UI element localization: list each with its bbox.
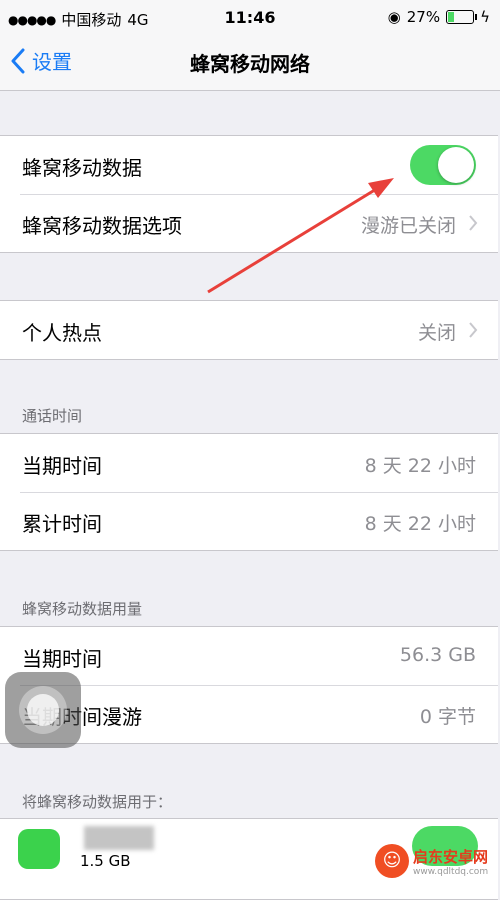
cellular-options-label: 蜂窝移动数据选项 (22, 214, 182, 238)
cellular-data-label: 蜂窝移动数据 (22, 156, 142, 180)
call-time-current-value: 8 天 22 小时 (364, 455, 476, 477)
call-time-header: 通话时间 (22, 407, 83, 425)
battery-fill (448, 12, 455, 22)
call-time-current-row: 当期时间 8 天 22 小时 (0, 434, 498, 492)
hotspot-value: 关闭 (417, 322, 456, 344)
app-usage: 1.5 GB (80, 852, 131, 870)
watermark: ☺ 启东安卓网 www.qdltdq.com (375, 844, 488, 878)
watermark-logo-icon: ☺ (375, 844, 409, 878)
call-time-current-label: 当期时间 (22, 454, 102, 478)
call-time-total-label: 累计时间 (22, 512, 102, 536)
hotspot-row[interactable]: 个人热点 关闭 (0, 301, 498, 359)
cellular-data-row: 蜂窝移动数据 (0, 136, 498, 194)
call-time-group: 当期时间 8 天 22 小时 累计时间 8 天 22 小时 (0, 433, 498, 551)
data-usage-header: 蜂窝移动数据用量 (22, 600, 143, 618)
page-title: 蜂窝移动网络 (190, 52, 310, 76)
status-bar: ●●●●● 中国移动 4G 11:46 ◉ 27% ϟ (0, 0, 500, 36)
cellular-data-toggle[interactable] (410, 145, 476, 185)
data-usage-current-value: 56.3 GB (399, 644, 476, 666)
rotation-lock-icon: ◉ (387, 8, 401, 26)
chevron-right-icon (469, 322, 478, 338)
call-time-total-value: 8 天 22 小时 (364, 513, 476, 535)
call-time-total-row: 累计时间 8 天 22 小时 (0, 492, 498, 550)
watermark-url: www.qdltdq.com (413, 866, 489, 877)
blurred-app-name (84, 826, 154, 850)
cellular-options-row[interactable]: 蜂窝移动数据选项 漫游已关闭 (0, 194, 498, 252)
status-right: ◉ 27% ϟ (388, 8, 490, 26)
toggle-knob (438, 147, 474, 183)
data-usage-current-label: 当期时间 (22, 647, 102, 671)
app-icon (18, 829, 60, 869)
assistive-core (27, 694, 59, 726)
data-usage-roaming-value: 0 字节 (419, 706, 476, 728)
battery-percent: 27% (406, 8, 441, 26)
assistive-touch-button[interactable] (5, 672, 81, 748)
battery-icon (446, 10, 478, 24)
navigation-bar: 设置 蜂窝移动网络 (0, 36, 500, 91)
cellular-group: 蜂窝移动数据 蜂窝移动数据选项 漫游已关闭 (0, 135, 498, 253)
cellular-options-value: 漫游已关闭 (360, 215, 456, 237)
hotspot-group: 个人热点 关闭 (0, 300, 498, 360)
chevron-right-icon (469, 215, 478, 231)
apps-header: 将蜂窝移动数据用于： (22, 793, 173, 811)
charging-icon: ϟ (480, 8, 490, 26)
watermark-title: 启东安卓网 (413, 847, 489, 866)
hotspot-label: 个人热点 (22, 321, 102, 345)
